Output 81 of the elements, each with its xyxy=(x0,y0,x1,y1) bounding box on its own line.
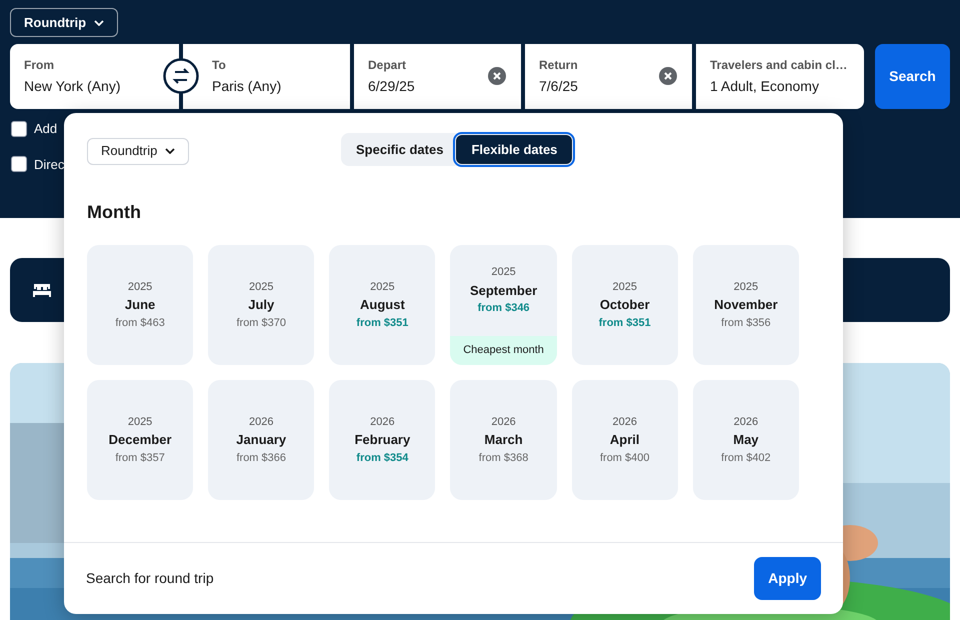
price-label: from $357 xyxy=(115,450,165,466)
search-field[interactable]: From New York (Any) xyxy=(10,44,179,109)
checkbox[interactable] xyxy=(11,120,27,137)
checkbox[interactable] xyxy=(11,156,27,172)
year-label: 2026 xyxy=(370,414,395,430)
year-label: 2026 xyxy=(734,414,758,430)
year-label: 2026 xyxy=(491,414,516,430)
year-label: 2025 xyxy=(734,280,758,295)
apply-button[interactable]: Apply xyxy=(754,557,821,600)
month-card[interactable]: 2026 January from $366 xyxy=(208,380,314,500)
date-mode-tab[interactable]: Specific dates xyxy=(343,135,456,164)
month-card[interactable]: 2026 February from $354 xyxy=(329,380,436,500)
field-label: Return xyxy=(539,57,579,74)
search-field[interactable]: Return 7/6/25 xyxy=(525,44,692,109)
caret-icon xyxy=(94,20,104,26)
price-label: from $346 xyxy=(478,301,530,316)
field-value: 7/6/25 xyxy=(539,77,579,96)
month-label: May xyxy=(733,431,759,450)
price-label: from $366 xyxy=(236,450,286,466)
trip-type-dropdown[interactable]: Roundtrip xyxy=(10,8,118,37)
price-label: from $354 xyxy=(356,450,408,466)
cheapest-badge: Cheapest month xyxy=(450,336,557,365)
price-label: from $368 xyxy=(478,450,528,466)
field-label: Depart xyxy=(368,57,408,74)
month-card[interactable]: 2025 October from $351 xyxy=(572,245,678,365)
clear-icon[interactable] xyxy=(488,67,506,85)
field-value: 6/29/25 xyxy=(368,77,416,96)
month-card[interactable]: 2025 November from $356 xyxy=(692,245,799,365)
month-card[interactable]: 2025 June from $463 xyxy=(87,245,194,365)
field-value: Paris (Any) xyxy=(212,77,282,96)
year-label: 2025 xyxy=(249,280,274,295)
month-label: June xyxy=(124,296,156,314)
search-field[interactable]: To Paris (Any) xyxy=(183,44,350,109)
year-label: 2025 xyxy=(612,280,637,295)
price-label: from $370 xyxy=(236,316,286,331)
month-label: March xyxy=(484,431,523,450)
section-heading: Month xyxy=(86,201,142,224)
month-card[interactable]: 2026 April from $400 xyxy=(572,380,678,500)
month-card[interactable]: 2025 September from $346 Cheapest month xyxy=(450,245,557,365)
price-label: from $400 xyxy=(600,450,650,466)
field-label: From xyxy=(24,57,55,74)
month-card[interactable]: 2026 March from $368 xyxy=(450,380,557,500)
month-card[interactable]: 2025 August from $351 xyxy=(329,245,436,365)
search-field[interactable]: Depart 6/29/25 xyxy=(354,44,521,109)
caret-icon xyxy=(165,148,176,154)
month-label: November xyxy=(714,296,778,314)
month-card[interactable]: 2025 July from $370 xyxy=(208,245,314,365)
field-value: New York (Any) xyxy=(24,77,122,96)
price-label: from $356 xyxy=(721,316,771,331)
field-value: 1 Adult, Economy xyxy=(710,77,820,96)
month-label: August xyxy=(360,296,405,314)
date-mode-tab[interactable]: Flexible dates xyxy=(456,135,572,164)
price-label: from $463 xyxy=(115,316,165,331)
clear-icon[interactable] xyxy=(659,67,677,85)
year-label: 2026 xyxy=(249,414,274,430)
search-button[interactable]: Search xyxy=(875,44,950,109)
month-label: April xyxy=(610,431,640,450)
month-label: October xyxy=(600,296,650,314)
bed-icon xyxy=(32,282,52,298)
year-label: 2026 xyxy=(612,414,637,430)
month-label: February xyxy=(354,431,410,450)
year-label: 2025 xyxy=(491,265,516,280)
price-label: from $351 xyxy=(356,316,408,331)
month-label: December xyxy=(108,431,172,450)
month-label: September xyxy=(470,282,538,300)
checkbox-label: Add xyxy=(34,120,58,138)
month-card[interactable]: 2025 December from $357 xyxy=(87,380,194,500)
trip-type-dropdown[interactable]: Roundtrip xyxy=(87,138,190,164)
month-label: January xyxy=(236,431,286,450)
year-label: 2025 xyxy=(128,280,152,295)
search-field[interactable]: Travelers and cabin cl… 1 Adult, Economy xyxy=(696,44,864,109)
year-label: 2025 xyxy=(370,280,395,295)
price-label: from $351 xyxy=(598,316,651,331)
field-label: To xyxy=(212,57,227,74)
month-card[interactable]: 2026 May from $402 xyxy=(692,380,799,500)
price-label: from $402 xyxy=(721,450,771,466)
month-label: July xyxy=(248,296,274,314)
field-label: Travelers and cabin cl… xyxy=(710,57,848,74)
year-label: 2025 xyxy=(128,414,152,430)
footer-text: Search for round trip xyxy=(86,569,214,588)
checkbox-label: Direc xyxy=(34,156,64,174)
